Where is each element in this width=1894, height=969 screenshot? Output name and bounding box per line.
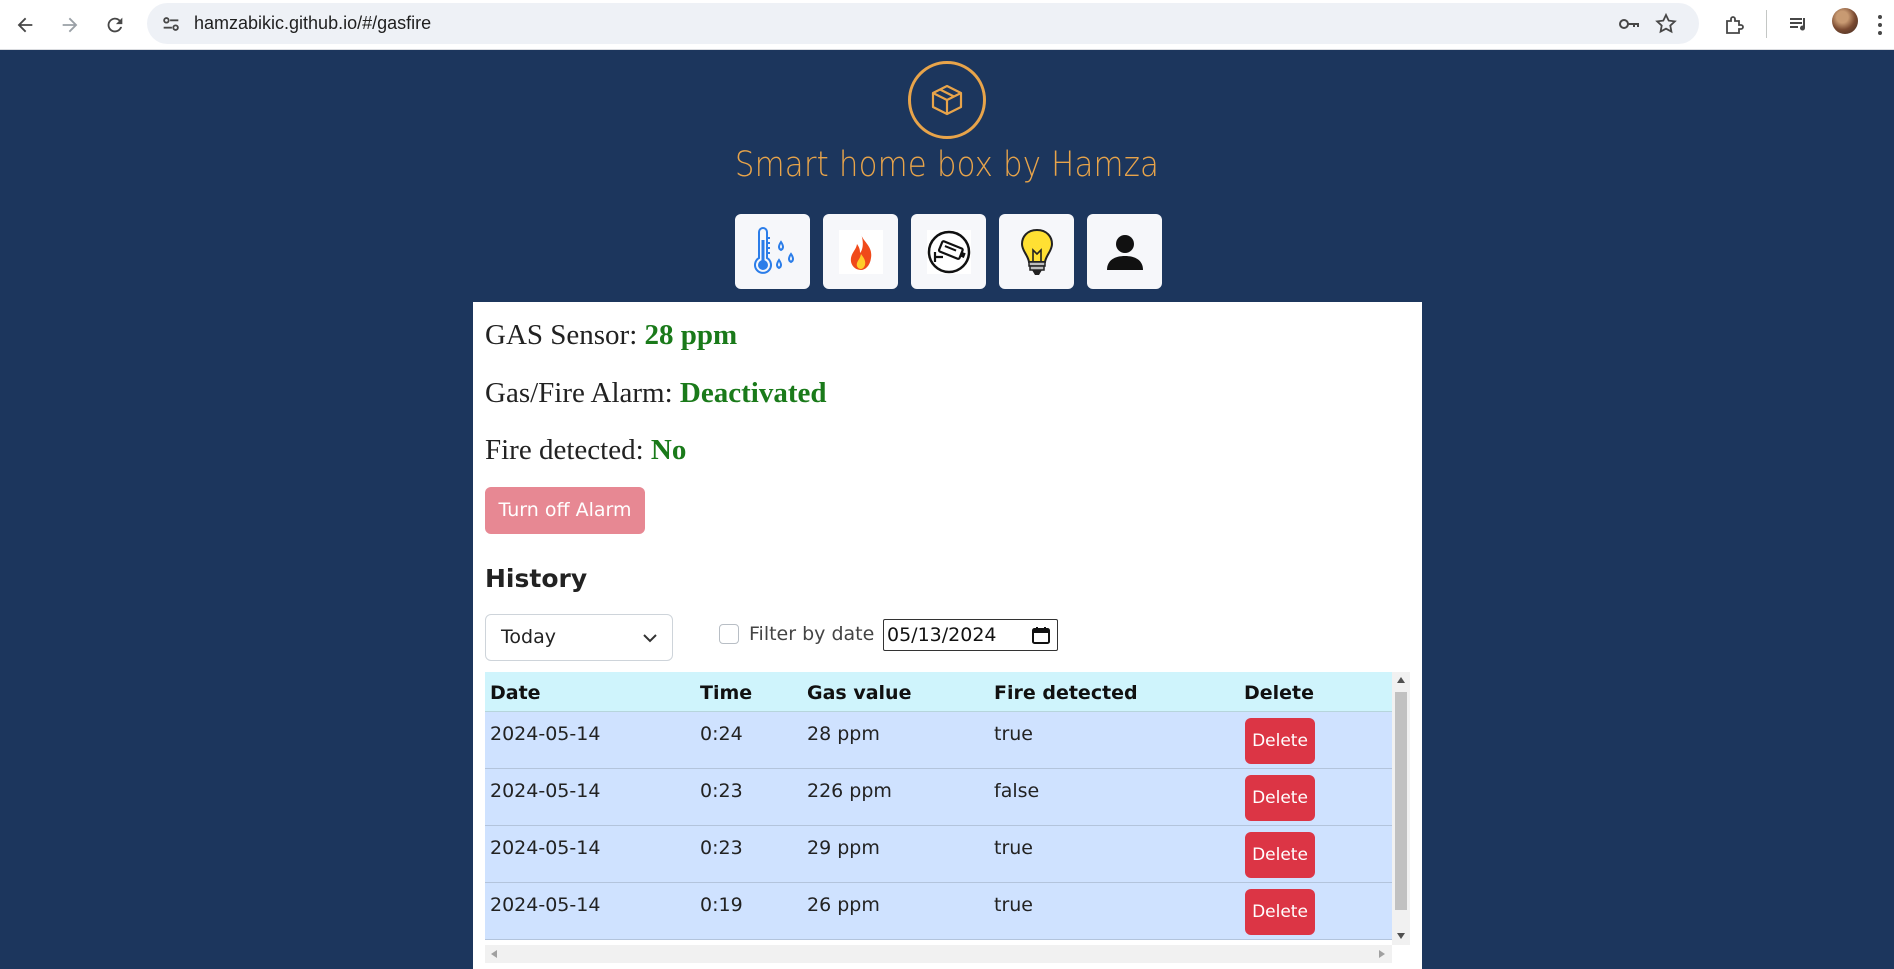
nav-tile-user[interactable] [1087,214,1162,289]
nav-tile-gas-fire[interactable] [823,214,898,289]
bookmark-star-icon[interactable] [1654,12,1678,36]
horizontal-scrollbar[interactable] [485,945,1392,963]
user-icon [1106,234,1143,270]
cell-date: 2024-05-14 [490,723,601,745]
period-select[interactable]: Today [485,614,673,661]
cell-date: 2024-05-14 [490,837,601,859]
history-heading: History [485,564,588,593]
alarm-label: Gas/Fire Alarm: [485,377,673,409]
table-row: 2024-05-14 0:23 226 ppm false Delete [485,769,1392,826]
browser-toolbar: hamzabikic.github.io/#/gasfire [0,0,1894,50]
nav-tile-camera[interactable] [911,214,986,289]
reload-icon [107,17,123,33]
cell-time: 0:24 [700,723,743,745]
alarm-status: Gas/Fire Alarm: Deactivated [485,377,826,410]
cell-gas-value: 226 ppm [807,780,892,802]
date-filter-value: 05/13/2024 [887,624,997,646]
puzzle-icon [1726,16,1744,34]
scroll-up-icon[interactable] [1397,677,1405,683]
gas-fire-panel: GAS Sensor: 28 ppm Gas/Fire Alarm: Deact… [473,302,1422,969]
table-row: 2024-05-14 0:24 28 ppm true Delete [485,712,1392,769]
cell-fire-detected: true [994,837,1033,859]
turn-off-alarm-button[interactable]: Turn off Alarm [485,487,645,534]
cell-time: 0:23 [700,837,743,859]
box-icon [931,84,963,116]
media-controls-button[interactable] [1782,8,1816,42]
cell-date: 2024-05-14 [490,894,601,916]
cell-gas-value: 26 ppm [807,894,880,916]
cell-fire-detected: false [994,780,1040,802]
cell-gas-value: 29 ppm [807,837,880,859]
cell-fire-detected: true [994,723,1033,745]
arrow-left-icon [17,17,33,33]
more-vertical-icon [1878,15,1882,35]
gas-sensor-status: GAS Sensor: 28 ppm [485,319,737,352]
lightbulb-icon [1020,228,1053,275]
cell-fire-detected: true [994,894,1033,916]
delete-row-button[interactable]: Delete [1245,832,1315,878]
fire-status: Fire detected: No [485,434,686,467]
cell-time: 0:19 [700,894,743,916]
extensions-button[interactable] [1717,8,1751,42]
security-camera-icon [926,229,971,274]
back-button[interactable] [6,6,44,44]
fire-label: Fire detected: [485,434,644,466]
url-text[interactable]: hamzabikic.github.io/#/gasfire [194,13,431,34]
scroll-right-icon[interactable] [1379,950,1385,958]
history-table: Date Time Gas value Fire detected Delete… [485,672,1392,940]
scroll-down-icon[interactable] [1397,933,1405,939]
site-info-icon[interactable] [160,13,182,35]
chevron-down-icon [643,634,657,643]
scroll-left-icon[interactable] [491,950,497,958]
playlist-icon [1790,18,1806,31]
history-table-container[interactable]: Date Time Gas value Fire detected Delete… [485,672,1410,963]
password-key-icon[interactable] [1617,12,1641,36]
table-row: 2024-05-14 0:19 26 ppm true Delete [485,883,1392,940]
delete-row-button[interactable]: Delete [1245,889,1315,935]
forward-button[interactable] [51,6,89,44]
gas-sensor-label: GAS Sensor: [485,319,638,351]
profile-avatar[interactable] [1832,8,1858,34]
browser-menu-button[interactable] [1870,8,1890,42]
table-row: 2024-05-14 0:23 29 ppm true Delete [485,826,1392,883]
vertical-scroll-thumb[interactable] [1395,692,1407,910]
filter-by-date-label[interactable]: Filter by date [749,623,874,645]
nav-tile-lights[interactable] [999,214,1074,289]
toolbar-divider [1766,10,1767,38]
column-header-gas-value: Gas value [807,682,912,704]
cell-date: 2024-05-14 [490,780,601,802]
gas-sensor-value: 28 ppm [644,319,738,351]
section-nav [735,214,1162,289]
vertical-scrollbar[interactable] [1392,672,1410,945]
thermometer-drops-icon [753,226,794,274]
alarm-value: Deactivated [679,377,827,409]
date-filter-input[interactable]: 05/13/2024 [883,619,1058,651]
period-select-value: Today [501,626,556,648]
nav-tile-temperature[interactable] [735,214,810,289]
column-header-time: Time [700,682,753,704]
app-title: Smart home box by Hamza [734,145,1160,185]
cell-time: 0:23 [700,780,743,802]
delete-row-button[interactable]: Delete [1245,718,1315,764]
column-header-delete: Delete [1244,682,1315,704]
column-header-fire-detected: Fire detected [994,682,1138,704]
app-logo [908,61,986,139]
delete-row-button[interactable]: Delete [1245,775,1315,821]
address-bar[interactable]: hamzabikic.github.io/#/gasfire [147,3,1699,44]
fire-icon [838,229,883,274]
fire-value: No [650,434,687,466]
cell-gas-value: 28 ppm [807,723,880,745]
filter-by-date-checkbox[interactable] [719,624,739,644]
column-header-date: Date [490,682,541,704]
reload-button[interactable] [96,6,134,44]
arrow-right-icon [62,17,78,33]
table-header-row: Date Time Gas value Fire detected Delete [485,672,1392,712]
calendar-icon[interactable] [1031,625,1051,645]
